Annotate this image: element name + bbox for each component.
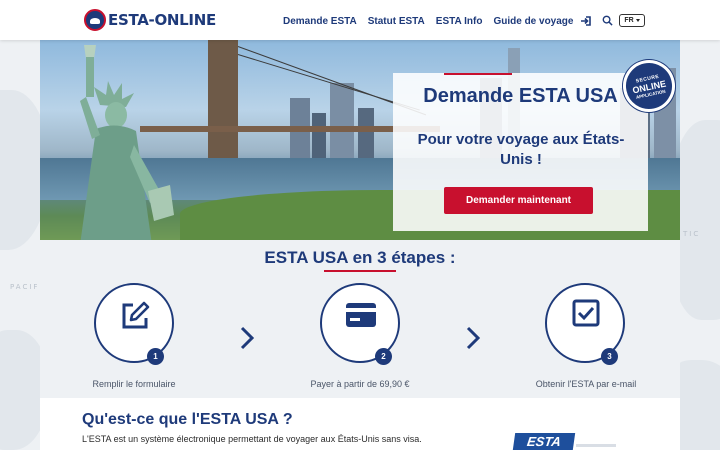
bridge-tower [208,40,238,160]
main-nav: Demande ESTA Statut ESTA ESTA Info Guide… [283,16,584,27]
step-3-number: 3 [601,348,618,365]
search-icon[interactable] [602,15,613,26]
step-3-label: Obtenir l'ESTA par e-mail [535,379,637,389]
info-text: L'ESTA est un système électronique perme… [82,434,422,444]
language-value: FR [624,17,634,24]
step-1-label: Remplir le formulaire [92,379,176,389]
chevron-down-icon [635,19,640,22]
hero-subtitle: Pour votre voyage aux États-Unis ! [417,131,625,168]
eagle-emblem-icon [84,9,106,31]
hero-title: Demande ESTA USA [423,85,618,107]
esta-logo-tagline [576,444,616,447]
esta-logo: ESTA [512,433,576,450]
statue-of-liberty-image [80,45,174,240]
chevron-right-icon [466,326,480,350]
nav-demande-esta[interactable]: Demande ESTA [283,16,357,27]
checkbox-icon [572,299,600,327]
logo-text: ESTA-ONLINE [108,11,216,29]
login-icon[interactable] [580,15,592,27]
credit-card-icon [346,303,376,327]
info-title: Qu'est-ce que l'ESTA USA ? [82,411,293,428]
apply-now-button[interactable]: Demander maintenant [444,187,593,214]
step-2-label: Payer à partir de 69,90 € [310,379,410,389]
steps-title: ESTA USA en 3 étapes : [264,248,456,267]
language-select[interactable]: FR [619,14,645,27]
nav-esta-info[interactable]: ESTA Info [436,16,483,27]
step-2-number: 2 [375,348,392,365]
hero-title-underline [444,73,512,75]
nav-guide-de-voyage[interactable]: Guide de voyage [493,16,573,27]
site-header: ESTA-ONLINE Demande ESTA Statut ESTA EST… [0,0,720,40]
steps-title-underline [324,270,396,272]
site-logo[interactable]: ESTA-ONLINE [84,8,216,32]
edit-form-icon [122,301,150,329]
chevron-right-icon [240,326,254,350]
map-label-pacific: PACIF [10,283,40,291]
step-1-number: 1 [147,348,164,365]
map-label-atlantic: TIC [683,230,701,238]
nav-statut-esta[interactable]: Statut ESTA [368,16,425,27]
header-actions: FR [580,14,645,27]
